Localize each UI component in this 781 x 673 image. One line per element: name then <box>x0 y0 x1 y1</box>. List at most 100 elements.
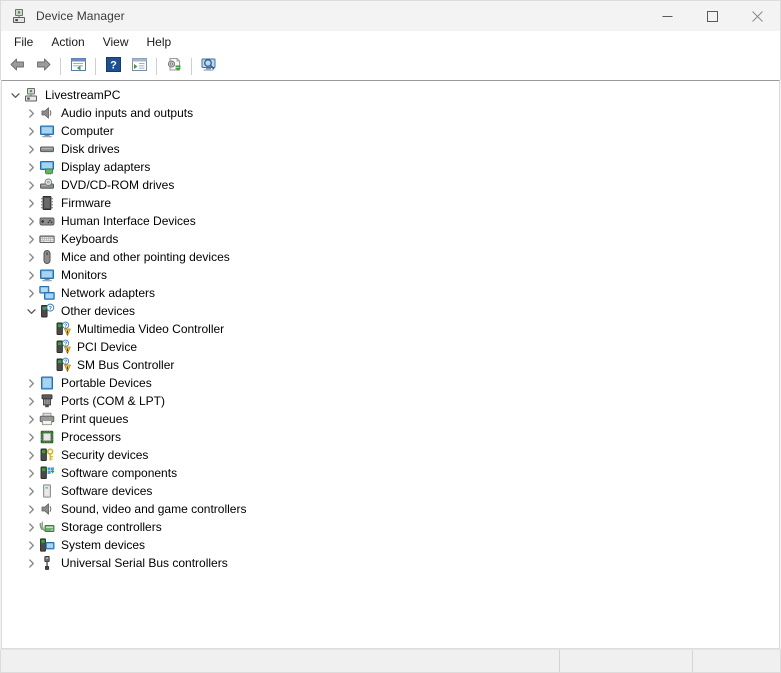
chevron-right-icon[interactable] <box>23 266 39 284</box>
tree-row-monitors[interactable]: Monitors <box>2 266 779 284</box>
update-driver-button[interactable] <box>162 55 186 78</box>
chevron-right-icon[interactable] <box>23 446 39 464</box>
portable-device-icon <box>39 375 55 391</box>
tree-node-label: Universal Serial Bus controllers <box>61 556 228 570</box>
tree-node-label: SM Bus Controller <box>77 358 175 372</box>
dvd-drive-icon <box>39 177 55 193</box>
tree-node-label: Network adapters <box>61 286 156 300</box>
left-arrow-icon <box>9 57 26 77</box>
scan-for-hardware-changes-button[interactable] <box>197 55 221 78</box>
menu-help[interactable]: Help <box>138 32 181 52</box>
window-controls <box>645 1 780 32</box>
chevron-right-icon[interactable] <box>23 410 39 428</box>
port-icon <box>39 393 55 409</box>
tree-node-label: Multimedia Video Controller <box>77 322 225 336</box>
chevron-right-icon[interactable] <box>23 230 39 248</box>
tree-row-pci-device[interactable]: ? PCI Device <box>2 338 779 356</box>
tree-row-firmware[interactable]: Firmware <box>2 194 779 212</box>
chevron-right-icon[interactable] <box>23 500 39 518</box>
computer-root-icon <box>23 87 39 103</box>
speaker-icon <box>39 501 55 517</box>
menu-action[interactable]: Action <box>42 32 93 52</box>
update-driver-icon <box>166 57 183 77</box>
hid-icon <box>39 213 55 229</box>
chevron-right-icon[interactable] <box>23 194 39 212</box>
minimize-button[interactable] <box>645 1 690 32</box>
chevron-down-icon[interactable] <box>23 302 39 320</box>
tree-node-label: PCI Device <box>77 340 138 354</box>
tree-row-multimedia-video-controller[interactable]: ? Multimedia Video Controller <box>2 320 779 338</box>
svg-text:?: ? <box>110 59 117 71</box>
chevron-right-icon[interactable] <box>23 104 39 122</box>
menu-view[interactable]: View <box>94 32 138 52</box>
back-button[interactable] <box>5 55 29 78</box>
device-tree-panel[interactable]: LivestreamPC Audio inputs and outputs Co… <box>1 80 780 649</box>
tree-row-software-devices[interactable]: Software devices <box>2 482 779 500</box>
disk-drive-icon <box>39 141 55 157</box>
tree-node-label: Human Interface Devices <box>61 214 196 228</box>
chevron-right-icon[interactable] <box>23 212 39 230</box>
chevron-right-icon[interactable] <box>23 176 39 194</box>
maximize-button[interactable] <box>690 1 735 32</box>
tree-row-other-devices[interactable]: ? Other devices <box>2 302 779 320</box>
tree-row-software-components[interactable]: Software components <box>2 464 779 482</box>
tree-row-sound-video-and-game-controllers[interactable]: Sound, video and game controllers <box>2 500 779 518</box>
chevron-right-icon[interactable] <box>23 482 39 500</box>
menu-file[interactable]: File <box>5 32 42 52</box>
chevron-right-icon[interactable] <box>23 140 39 158</box>
properties-button[interactable] <box>127 55 151 78</box>
tree-row-system-devices[interactable]: System devices <box>2 536 779 554</box>
chevron-right-icon[interactable] <box>23 122 39 140</box>
tree-row-storage-controllers[interactable]: Storage controllers <box>2 518 779 536</box>
tree-row-computer[interactable]: Computer <box>2 122 779 140</box>
chevron-down-icon[interactable] <box>7 86 23 104</box>
system-device-icon <box>39 537 55 553</box>
tree-row-human-interface-devices[interactable]: Human Interface Devices <box>2 212 779 230</box>
tree-row-livestreampc[interactable]: LivestreamPC <box>2 86 779 104</box>
tree-row-mice-and-other-pointing-devices[interactable]: Mice and other pointing devices <box>2 248 779 266</box>
tree-row-dvd-cd-rom-drives[interactable]: DVD/CD-ROM drives <box>2 176 779 194</box>
chevron-right-icon[interactable] <box>23 554 39 572</box>
keyboard-icon <box>39 231 55 247</box>
tree-node-label: Portable Devices <box>61 376 152 390</box>
tree-row-audio-inputs-and-outputs[interactable]: Audio inputs and outputs <box>2 104 779 122</box>
tree-row-processors[interactable]: Processors <box>2 428 779 446</box>
help-button[interactable]: ? <box>101 55 125 78</box>
forward-button[interactable] <box>31 55 55 78</box>
chevron-right-icon[interactable] <box>23 248 39 266</box>
tree-node-label: Audio inputs and outputs <box>61 106 194 120</box>
chevron-right-icon[interactable] <box>23 428 39 446</box>
tree-row-portable-devices[interactable]: Portable Devices <box>2 374 779 392</box>
unknown-device-icon: ? <box>39 303 55 319</box>
tree-row-universal-serial-bus-controllers[interactable]: Universal Serial Bus controllers <box>2 554 779 572</box>
tree-row-print-queues[interactable]: Print queues <box>2 410 779 428</box>
tree-row-security-devices[interactable]: Security devices <box>2 446 779 464</box>
monitor-icon <box>39 123 55 139</box>
device-manager-icon <box>11 8 27 24</box>
tree-node-label: Ports (COM & LPT) <box>61 394 166 408</box>
tree-row-sm-bus-controller[interactable]: ? SM Bus Controller <box>2 356 779 374</box>
status-pane-secondary <box>560 650 693 672</box>
chevron-right-icon[interactable] <box>23 464 39 482</box>
tree-node-label: Security devices <box>61 448 149 462</box>
tree-node-label: Software components <box>61 466 178 480</box>
tree-row-network-adapters[interactable]: Network adapters <box>2 284 779 302</box>
tree-row-display-adapters[interactable]: Display adapters <box>2 158 779 176</box>
close-button[interactable] <box>735 1 780 32</box>
chevron-right-icon[interactable] <box>23 284 39 302</box>
toolbar: ? <box>0 53 781 80</box>
tree-node-label: Monitors <box>61 268 108 282</box>
console-tree-icon <box>70 57 87 77</box>
tree-row-ports-com-and-lpt[interactable]: Ports (COM & LPT) <box>2 392 779 410</box>
tree-row-keyboards[interactable]: Keyboards <box>2 230 779 248</box>
chevron-right-icon[interactable] <box>23 392 39 410</box>
tree-node-label: Processors <box>61 430 122 444</box>
tree-node-label: Storage controllers <box>61 520 162 534</box>
right-arrow-icon <box>35 57 52 77</box>
chevron-right-icon[interactable] <box>23 374 39 392</box>
show-hide-console-tree-button[interactable] <box>66 55 90 78</box>
chevron-right-icon[interactable] <box>23 518 39 536</box>
tree-row-disk-drives[interactable]: Disk drives <box>2 140 779 158</box>
chevron-right-icon[interactable] <box>23 536 39 554</box>
chevron-right-icon[interactable] <box>23 158 39 176</box>
